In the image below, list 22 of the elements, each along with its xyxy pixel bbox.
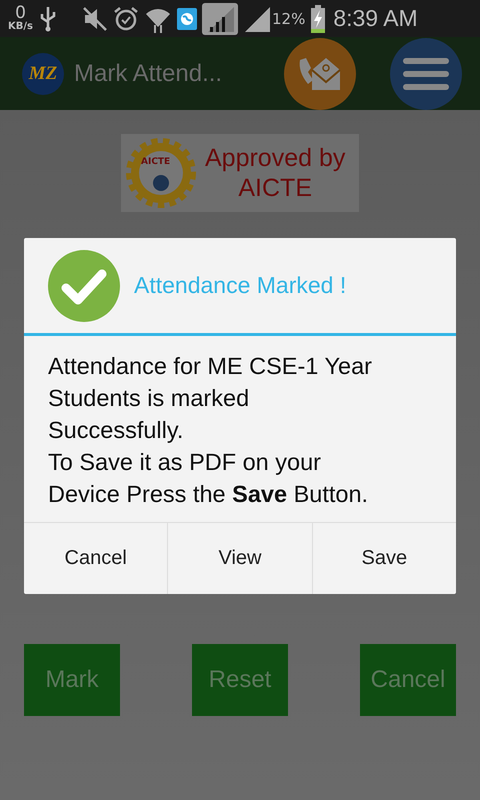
- signal-icon: [242, 4, 271, 32]
- clock-time: 8:39 AM: [333, 5, 418, 32]
- battery-charging-icon: [310, 4, 326, 32]
- seal-label: AICTE: [141, 157, 170, 167]
- speed-value: 0: [15, 5, 26, 22]
- dialog-button[interactable]: View: [167, 523, 312, 594]
- approval-text: Approved by: [205, 143, 346, 173]
- gear-icon: [125, 137, 197, 209]
- dialog-button[interactable]: Save: [312, 523, 456, 594]
- dialog-button[interactable]: Cancel: [24, 523, 168, 594]
- checkmark-icon: [48, 250, 120, 322]
- dialog-title: Attendance Marked !: [134, 272, 346, 299]
- speed-unit: KB/s: [8, 22, 33, 32]
- alarm-icon: [112, 6, 139, 32]
- signal-icon: [202, 2, 238, 34]
- mute-icon: [82, 6, 108, 32]
- menu-icon: [403, 56, 449, 90]
- dialog-message: Attendance for ME CSE-1 Year Students is marked Successfully. To Save it as PDF on your Device Press the Save Button.: [47, 352, 373, 509]
- battery-percent: 12%: [272, 10, 306, 28]
- app-logo: MZ: [22, 52, 64, 94]
- approval-text: AICTE: [238, 173, 312, 203]
- app-title: Mark Attend...: [74, 60, 222, 88]
